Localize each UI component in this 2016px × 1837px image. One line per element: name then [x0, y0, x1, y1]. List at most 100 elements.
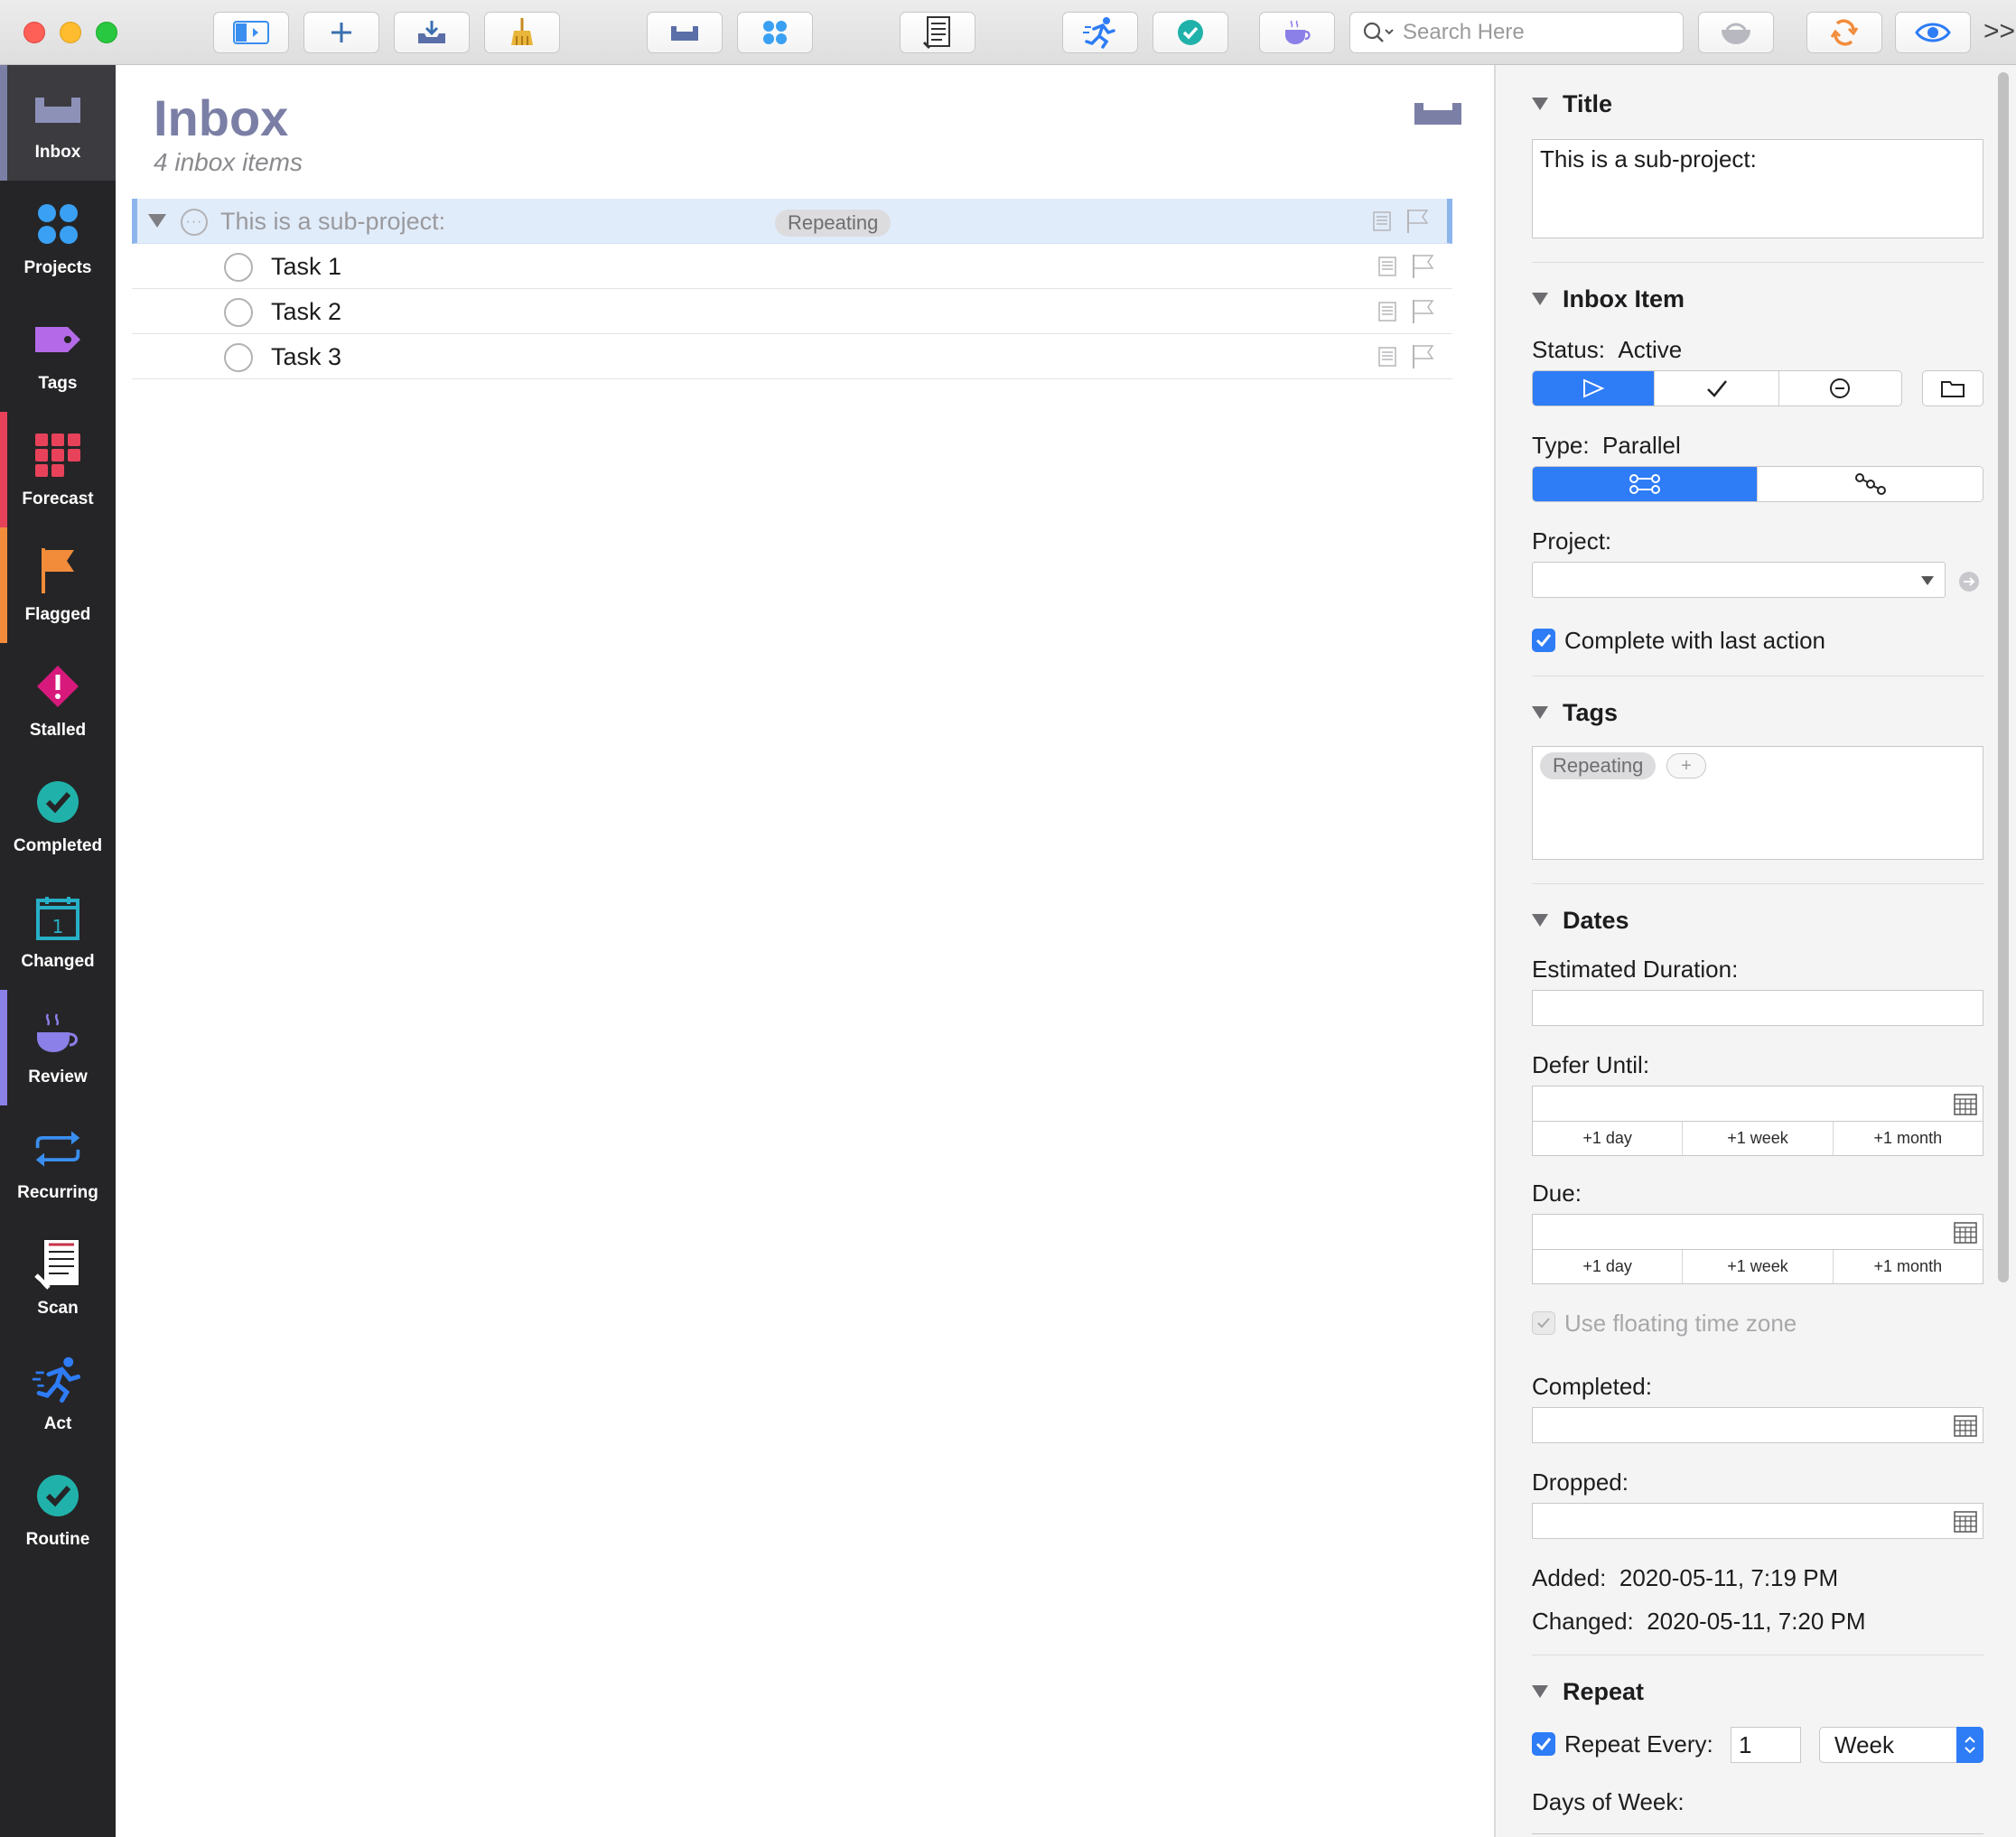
title-section-header[interactable]: Title — [1532, 90, 1612, 118]
days-of-week-selector[interactable] — [1532, 1833, 1983, 1837]
task-row[interactable]: Task 1 — [132, 244, 1452, 289]
type-label: Type: Parallel — [1532, 432, 1681, 459]
flag-outline-icon[interactable] — [1405, 209, 1429, 234]
due-input[interactable] — [1532, 1214, 1983, 1250]
calendar-picker-icon[interactable] — [1954, 1094, 1977, 1115]
close-window-button[interactable] — [23, 22, 45, 43]
status-completed-segment[interactable] — [1655, 371, 1779, 406]
disclosure-triangle-icon — [1532, 1684, 1548, 1698]
title-textarea[interactable]: This is a sub-project: — [1532, 139, 1983, 238]
complete-with-last-checkbox[interactable] — [1532, 629, 1555, 652]
calendar-picker-icon[interactable] — [1954, 1511, 1977, 1533]
sidebar-item-recurring[interactable]: Recurring — [0, 1105, 116, 1221]
act-perspective-button[interactable] — [1062, 12, 1138, 53]
clean-up-button[interactable] — [484, 12, 560, 53]
repeat-section-header[interactable]: Repeat — [1532, 1678, 1644, 1706]
sidebar-item-projects[interactable]: Projects — [0, 181, 116, 296]
new-item-button[interactable] — [303, 12, 379, 53]
inbox-item-section-header[interactable]: Inbox Item — [1532, 285, 1685, 313]
zoom-window-button[interactable] — [96, 22, 117, 43]
sidebar-item-inbox[interactable]: Inbox — [0, 65, 116, 181]
type-segmented-control[interactable] — [1532, 466, 1983, 502]
sidebar-item-routine[interactable]: Routine — [0, 1452, 116, 1568]
inspector-scrollbar[interactable] — [1998, 72, 2009, 1282]
type-parallel-segment[interactable] — [1533, 467, 1758, 501]
complete-with-last-label[interactable]: Complete with last action — [1564, 627, 1825, 655]
project-folder-button[interactable] — [1922, 370, 1983, 406]
sidebar-item-stalled[interactable]: Stalled — [0, 643, 116, 759]
repeat-unit-popup[interactable]: Week — [1819, 1727, 1983, 1763]
defer-until-input[interactable] — [1532, 1086, 1983, 1122]
sidebar-item-flagged[interactable]: Flagged — [0, 527, 116, 643]
project-title[interactable]: This is a sub-project: — [220, 208, 445, 236]
review-perspective-button[interactable] — [1259, 12, 1335, 53]
task-row[interactable]: Task 3 — [132, 334, 1452, 379]
toolbar-overflow-button[interactable]: >> — [1983, 16, 2015, 47]
repeat-count-input[interactable]: 1 — [1731, 1727, 1801, 1763]
quick-entry-button[interactable] — [394, 12, 470, 53]
dropped-date-input[interactable] — [1532, 1503, 1983, 1539]
note-icon[interactable] — [1378, 302, 1396, 322]
add-tag-button[interactable]: + — [1666, 753, 1706, 779]
defer-plus-week-button[interactable]: +1 week — [1683, 1122, 1834, 1155]
sync-status-button[interactable] — [1698, 12, 1774, 53]
sync-button[interactable] — [1806, 12, 1882, 53]
task-title[interactable]: Task 3 — [271, 343, 341, 371]
projects-perspective-button[interactable] — [737, 12, 813, 53]
sidebar-item-label: Stalled — [29, 721, 87, 740]
search-input[interactable] — [1403, 20, 1674, 45]
tags-field[interactable]: Repeating + — [1532, 746, 1983, 860]
status-segmented-control[interactable] — [1532, 370, 1902, 406]
calendar-picker-icon[interactable] — [1954, 1222, 1977, 1244]
type-sequential-segment[interactable] — [1758, 467, 1983, 501]
defer-plus-day-button[interactable]: +1 day — [1533, 1122, 1684, 1155]
search-field[interactable] — [1349, 12, 1684, 53]
estimated-duration-input[interactable] — [1532, 990, 1983, 1026]
sidebar-item-completed[interactable]: Completed — [0, 759, 116, 874]
repeat-every-checkbox[interactable] — [1532, 1732, 1555, 1756]
minimize-window-button[interactable] — [60, 22, 81, 43]
floating-timezone-checkbox[interactable] — [1532, 1311, 1555, 1335]
sidebar-item-tags[interactable]: Tags — [0, 296, 116, 412]
scan-perspective-button[interactable] — [900, 12, 975, 53]
project-status-icon[interactable]: ··· — [181, 209, 208, 236]
sidebar-item-scan[interactable]: Scan — [0, 1221, 116, 1337]
calendar-icon: 1 — [36, 897, 79, 940]
project-row[interactable]: ··· This is a sub-project: Repeating — [132, 199, 1452, 244]
due-plus-day-button[interactable]: +1 day — [1533, 1250, 1684, 1283]
due-plus-month-button[interactable]: +1 month — [1834, 1250, 1983, 1283]
dates-section-header[interactable]: Dates — [1532, 907, 1629, 935]
flag-outline-icon[interactable] — [1411, 299, 1434, 324]
disclosure-triangle[interactable] — [148, 214, 166, 228]
view-options-button[interactable] — [1895, 12, 1971, 53]
status-dropped-segment[interactable] — [1779, 371, 1901, 406]
flag-outline-icon[interactable] — [1411, 254, 1434, 279]
calendar-picker-icon[interactable] — [1954, 1415, 1977, 1437]
note-icon[interactable] — [1373, 211, 1391, 231]
note-icon[interactable] — [1378, 347, 1396, 367]
task-checkbox[interactable] — [224, 298, 253, 327]
task-row[interactable]: Task 2 — [132, 289, 1452, 334]
note-icon[interactable] — [1378, 256, 1396, 276]
sidebar-item-forecast[interactable]: Forecast — [0, 412, 116, 527]
routine-perspective-button[interactable] — [1153, 12, 1228, 53]
completed-date-input[interactable] — [1532, 1407, 1983, 1443]
due-plus-week-button[interactable]: +1 week — [1683, 1250, 1834, 1283]
task-title[interactable]: Task 2 — [271, 298, 341, 326]
toggle-sidebar-button[interactable] — [213, 12, 289, 53]
sidebar-item-changed[interactable]: 1 Changed — [0, 874, 116, 990]
tag-icon — [35, 327, 80, 352]
tags-section-header[interactable]: Tags — [1532, 699, 1618, 727]
flag-outline-icon[interactable] — [1411, 344, 1434, 369]
tag-token[interactable]: Repeating — [1540, 752, 1657, 779]
status-active-segment[interactable] — [1533, 371, 1656, 406]
task-checkbox[interactable] — [224, 343, 253, 372]
task-checkbox[interactable] — [224, 253, 253, 282]
inbox-perspective-button[interactable] — [647, 12, 723, 53]
sidebar-item-review[interactable]: Review — [0, 990, 116, 1105]
go-to-project-icon[interactable] — [1958, 571, 1980, 592]
task-title[interactable]: Task 1 — [271, 253, 341, 281]
sidebar-item-act[interactable]: Act — [0, 1337, 116, 1452]
project-select[interactable] — [1532, 562, 1946, 598]
defer-plus-month-button[interactable]: +1 month — [1834, 1122, 1983, 1155]
